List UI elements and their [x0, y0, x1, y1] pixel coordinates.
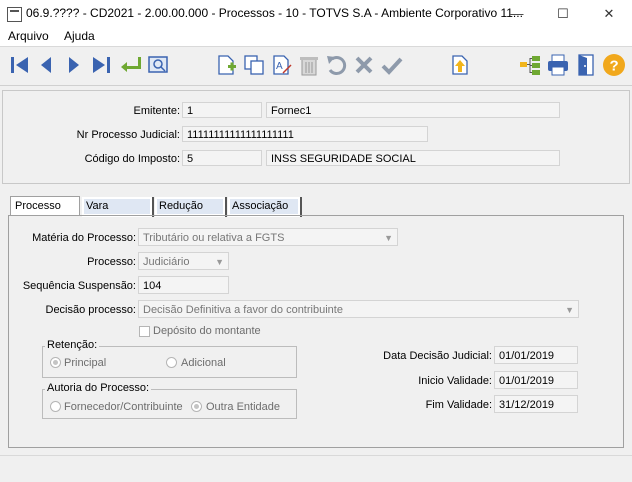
svg-text:?: ?: [610, 58, 619, 75]
tab-vara[interactable]: Vara: [82, 197, 154, 217]
retencao-principal-label: Principal: [64, 357, 107, 369]
go-to-icon[interactable]: [118, 53, 142, 77]
autoria-outra-radio[interactable]: [191, 401, 202, 412]
copy-record-icon[interactable]: [242, 53, 266, 77]
toolbar: A ?: [0, 46, 632, 86]
tab-reducao[interactable]: Redução: [155, 197, 227, 217]
deposito-label: Depósito do montante: [153, 325, 261, 337]
maximize-button[interactable]: ☐: [540, 0, 586, 27]
processo-label: Processo:: [87, 256, 136, 268]
chevron-down-icon: ▼: [215, 257, 224, 267]
autoria-fornecedor-label: Fornecedor/Contribuinte: [64, 401, 183, 413]
retencao-adicional-label: Adicional: [181, 357, 226, 369]
inicio-validade-label: Inicio Validade:: [418, 375, 492, 387]
deposito-checkbox[interactable]: [139, 326, 150, 337]
tab-reducao-label: Redução: [159, 200, 204, 212]
delete-record-icon[interactable]: [297, 53, 321, 77]
tree-view-icon[interactable]: [518, 53, 542, 77]
tab-associacao-label: Associação: [232, 200, 289, 212]
decisao-value: Decisão Definitiva a favor do contribuin…: [143, 304, 343, 316]
chevron-down-icon: ▼: [384, 233, 393, 243]
menu-ajuda[interactable]: Ajuda: [64, 29, 95, 43]
export-icon[interactable]: [448, 53, 472, 77]
tab-vara-label: Vara: [86, 200, 109, 212]
codigo-imposto-field[interactable]: 5: [182, 150, 262, 166]
chevron-down-icon: ▼: [565, 305, 574, 315]
exit-icon[interactable]: [574, 53, 598, 77]
materia-label: Matéria do Processo:: [32, 232, 136, 244]
autoria-legend: Autoria do Processo:: [45, 382, 152, 394]
undo-icon[interactable]: [324, 53, 348, 77]
new-record-icon[interactable]: [214, 53, 238, 77]
first-record-icon[interactable]: [8, 53, 32, 77]
autoria-fornecedor-radio[interactable]: [50, 401, 61, 412]
processo-select[interactable]: Judiciário ▼: [138, 252, 229, 270]
emitente-label: Emitente:: [133, 105, 180, 117]
edit-record-icon[interactable]: A: [270, 53, 294, 77]
print-icon[interactable]: [546, 53, 570, 77]
menu-bar: Arquivo Ajuda: [0, 27, 632, 46]
window-title: 06.9.???? - CD2021 - 2.00.00.000 - Proce…: [26, 6, 523, 20]
inicio-validade-field[interactable]: 01/01/2019: [494, 371, 578, 389]
status-bar: [0, 455, 632, 482]
minimize-button[interactable]: —: [494, 0, 540, 27]
cancel-icon[interactable]: [352, 53, 376, 77]
materia-select[interactable]: Tributário ou relativa a FGTS ▼: [138, 228, 398, 246]
retencao-legend: Retenção:: [45, 339, 100, 351]
title-bar: 06.9.???? - CD2021 - 2.00.00.000 - Proce…: [0, 0, 632, 28]
autoria-outra-label: Outra Entidade: [206, 401, 280, 413]
emitente-code-field[interactable]: 1: [182, 102, 262, 118]
help-icon[interactable]: ?: [602, 53, 626, 77]
data-decisao-label: Data Decisão Judicial:: [383, 350, 492, 362]
app-icon: [7, 7, 22, 22]
processo-judicial-label: Nr Processo Judicial:: [76, 129, 180, 141]
data-decisao-field[interactable]: 01/01/2019: [494, 346, 578, 364]
confirm-icon[interactable]: [380, 53, 404, 77]
fim-validade-field[interactable]: 31/12/2019: [494, 395, 578, 413]
processo-value: Judiciário: [143, 256, 190, 268]
close-button[interactable]: ✕: [586, 0, 632, 27]
imposto-name-field: INSS SEGURIDADE SOCIAL: [266, 150, 560, 166]
sequencia-field[interactable]: 104: [138, 276, 229, 294]
last-record-icon[interactable]: [89, 53, 113, 77]
fim-validade-label: Fim Validade:: [425, 399, 492, 411]
decisao-label: Decisão processo:: [45, 304, 137, 316]
svg-text:A: A: [276, 61, 283, 72]
previous-record-icon[interactable]: [34, 53, 58, 77]
decisao-select[interactable]: Decisão Definitiva a favor do contribuin…: [138, 300, 579, 318]
retencao-adicional-radio[interactable]: [166, 357, 177, 368]
processo-judicial-field[interactable]: 11111111111111111111: [182, 126, 428, 142]
next-record-icon[interactable]: [62, 53, 86, 77]
materia-value: Tributário ou relativa a FGTS: [143, 232, 285, 244]
search-icon[interactable]: [146, 53, 170, 77]
codigo-imposto-label: Código do Imposto:: [84, 153, 180, 165]
menu-arquivo[interactable]: Arquivo: [8, 29, 49, 43]
sequencia-label: Sequência Suspensão:: [22, 280, 136, 292]
tab-associacao[interactable]: Associação: [228, 197, 302, 217]
emitente-name-field: Fornec1: [266, 102, 560, 118]
tab-processo[interactable]: Processo: [10, 196, 80, 216]
retencao-principal-radio[interactable]: [50, 357, 61, 368]
